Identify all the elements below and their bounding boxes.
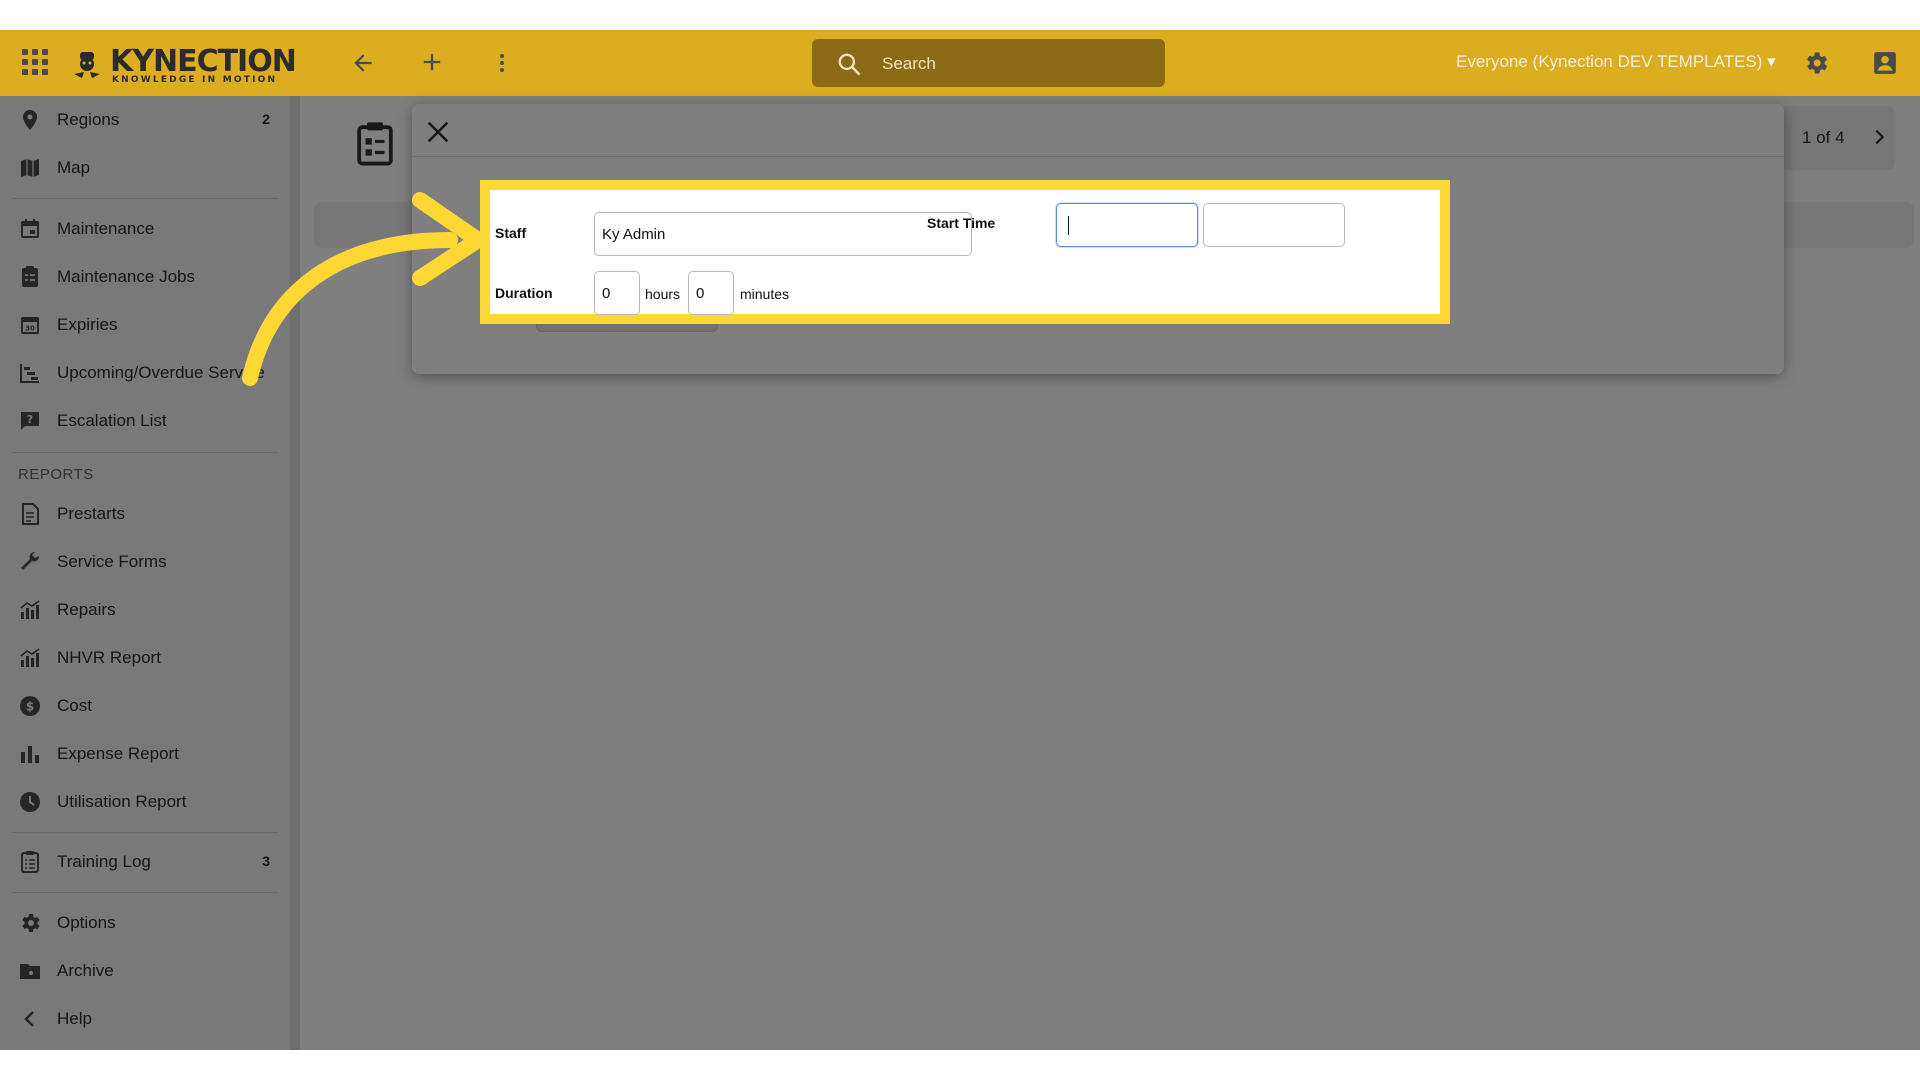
top-bar: KYNECTION KNOWLEDGE IN MOTION Search Eve… [0,30,1920,96]
duration-label: Duration [495,285,553,301]
workspace-selector[interactable]: Everyone (Kynection DEV TEMPLATES) ▾ [1456,52,1776,72]
text-caret [1068,216,1069,235]
hours-unit-label: hours [645,286,681,302]
apps-grid-icon[interactable] [22,49,48,75]
callout-arrow-icon [242,192,486,386]
start-clock-field[interactable] [1203,203,1345,247]
kynection-logo[interactable]: KYNECTION KNOWLEDGE IN MOTION [70,42,297,86]
search-icon [838,53,861,76]
search-input[interactable]: Search [882,54,936,74]
add-icon[interactable] [418,48,446,76]
logo-mark-icon [74,52,100,78]
start-time-label: Start Time [927,215,996,231]
minutes-unit-label: minutes [740,286,790,302]
app-window: KYNECTION KNOWLEDGE IN MOTION Search Eve… [0,30,1920,1050]
hours-field[interactable] [594,271,640,315]
start-date-field[interactable] [1056,203,1198,247]
search-bar[interactable]: Search [812,39,1165,87]
logo-tagline: KNOWLEDGE IN MOTION [112,75,278,85]
settings-gear-icon[interactable] [1802,49,1830,77]
more-vertical-icon[interactable] [490,50,514,76]
back-arrow-icon[interactable] [350,50,376,76]
account-box-icon[interactable] [1872,50,1898,76]
minutes-field[interactable] [688,271,734,315]
labour-form-highlight: Staff Start Time Duration hours minutes [480,180,1450,324]
staff-field[interactable] [594,212,972,256]
logo-text: KYNECTION [110,44,297,79]
